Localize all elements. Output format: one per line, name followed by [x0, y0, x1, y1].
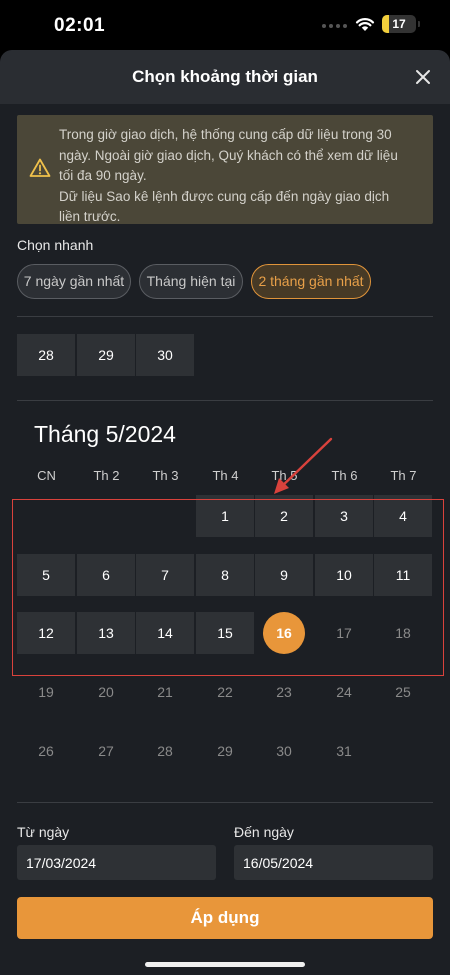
month-title: Tháng 5/2024 [34, 421, 176, 447]
battery-cap [418, 21, 420, 27]
quick-select-label: Chọn nhanh [17, 237, 94, 253]
prev-month-day[interactable]: 29 [77, 334, 135, 376]
calendar-day[interactable]: 10 [315, 554, 373, 596]
weekday-label: Th 2 [93, 468, 120, 483]
status-time: 02:01 [54, 15, 106, 36]
calendar-day[interactable]: 31 [315, 730, 373, 772]
calendar-day-number: 16 [276, 625, 292, 641]
calendar-day[interactable]: 18 [374, 612, 432, 654]
calendar-day-selected[interactable]: 16 [255, 612, 313, 654]
calendar-day[interactable]: 4 [374, 495, 432, 537]
notice-text: Trong giờ giao dịch, hệ thống cung cấp d… [59, 125, 419, 228]
calendar-day[interactable]: 7 [136, 554, 194, 596]
calendar-day[interactable]: 26 [17, 730, 75, 772]
from-date-label: Từ ngày [17, 824, 70, 840]
notice-line: liền trước. [59, 209, 121, 224]
calendar-day[interactable]: 3 [315, 495, 373, 537]
quick-chip-current-month[interactable]: Tháng hiện tại [139, 264, 243, 299]
calendar-day[interactable]: 27 [77, 730, 135, 772]
warning-icon [29, 158, 51, 177]
battery-icon: 17 [382, 15, 416, 33]
weekday-label: Th 5 [271, 468, 298, 483]
prev-month-day[interactable]: 28 [17, 334, 75, 376]
calendar-day[interactable]: 12 [17, 612, 75, 654]
annotation-arrow-icon [274, 437, 333, 494]
calendar-day[interactable]: 9 [255, 554, 313, 596]
calendar-day[interactable]: 22 [196, 671, 254, 713]
calendar-day[interactable]: 11 [374, 554, 432, 596]
calendar-day[interactable]: 15 [196, 612, 254, 654]
home-indicator [145, 962, 305, 967]
calendar-day[interactable]: 25 [374, 671, 432, 713]
calendar-day[interactable]: 28 [136, 730, 194, 772]
divider [17, 316, 433, 317]
close-icon[interactable] [412, 66, 434, 88]
calendar-day[interactable]: 8 [196, 554, 254, 596]
divider [17, 400, 433, 401]
to-date-input[interactable] [234, 845, 433, 880]
weekday-label: Th 7 [390, 468, 417, 483]
notice-banner: Trong giờ giao dịch, hệ thống cung cấp d… [17, 115, 433, 224]
quick-chip-2-months[interactable]: 2 tháng gần nhất [251, 264, 371, 299]
weekday-label: Th 4 [212, 468, 239, 483]
cellular-signal-icon [322, 22, 350, 30]
calendar-day[interactable]: 13 [77, 612, 135, 654]
calendar-day[interactable]: 23 [255, 671, 313, 713]
notice-line: Dữ liệu Sao kê lệnh được cung cấp đến ng… [59, 188, 390, 204]
calendar-day[interactable]: 17 [315, 612, 373, 654]
sheet-header: Chọn khoảng thời gian [0, 50, 450, 104]
calendar-day[interactable]: 6 [77, 554, 135, 596]
quick-chip-7-days[interactable]: 7 ngày gần nhất [17, 264, 131, 299]
calendar-day[interactable]: 1 [196, 495, 254, 537]
calendar-day[interactable]: 30 [255, 730, 313, 772]
notice-line: ngày. Ngoài giờ giao dịch, Quý khách có … [59, 147, 398, 163]
calendar-day[interactable]: 29 [196, 730, 254, 772]
calendar-day[interactable]: 14 [136, 612, 194, 654]
weekday-label: Th 6 [331, 468, 358, 483]
from-date-input[interactable] [17, 845, 216, 880]
calendar-day[interactable]: 19 [17, 671, 75, 713]
wifi-icon [355, 18, 375, 31]
prev-month-day[interactable]: 30 [136, 334, 194, 376]
date-range-sheet: Chọn khoảng thời gian Trong giờ giao dịc… [0, 50, 450, 975]
weekday-label: CN [37, 468, 56, 483]
calendar-day[interactable]: 21 [136, 671, 194, 713]
calendar-day[interactable]: 20 [77, 671, 135, 713]
status-bar: 02:01 17 [0, 0, 450, 50]
calendar-day[interactable]: 5 [17, 554, 75, 596]
apply-button[interactable]: Áp dụng [17, 897, 433, 939]
calendar-day[interactable]: 24 [315, 671, 373, 713]
calendar-day[interactable]: 2 [255, 495, 313, 537]
to-date-label: Đến ngày [234, 824, 294, 840]
notice-line: tối đa 90 ngày. [59, 168, 147, 183]
sheet-title: Chọn khoảng thời gian [132, 67, 318, 86]
weekday-label: Th 3 [152, 468, 179, 483]
divider [17, 802, 433, 803]
notice-line: Trong giờ giao dịch, hệ thống cung cấp d… [59, 127, 392, 142]
battery-level: 17 [392, 17, 406, 31]
